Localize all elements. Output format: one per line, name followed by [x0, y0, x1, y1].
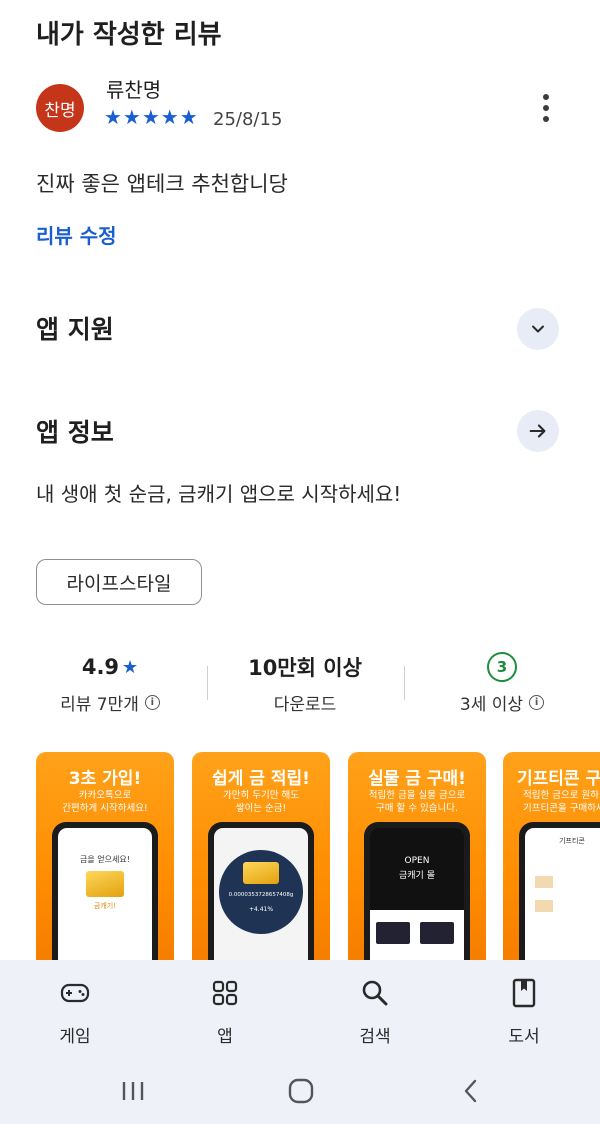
screen-text: 기프티콘	[559, 837, 585, 845]
screen-text: 0.0000353728657408g	[228, 892, 294, 898]
app-description: 내 생애 첫 순금, 금캐기 앱으로 시작하세요!	[36, 482, 402, 506]
stat-age-rating: 3 3세 이상 i	[422, 652, 582, 715]
stat-divider	[404, 666, 405, 700]
category-chip[interactable]: 라이프스타일	[36, 559, 202, 605]
screenshot-title: 실물 금 구매!	[368, 769, 466, 789]
nav-label: 게임	[59, 1027, 91, 1047]
app-info-button[interactable]	[517, 410, 559, 452]
page-title: 내가 작성한 리뷰	[36, 20, 222, 50]
star-icon: ★	[122, 656, 139, 678]
book-icon	[512, 978, 536, 1008]
edit-review-button[interactable]: 리뷰 수정	[36, 220, 117, 249]
stat-downloads: 10만회 이상 다운로드	[220, 652, 390, 715]
bottom-nav: 게임 앱 검색 도서	[0, 960, 600, 1124]
star-rating: ★★★★★	[104, 105, 199, 129]
chevron-down-icon	[532, 325, 544, 333]
screenshot-title: 기프티콘 구	[517, 769, 600, 789]
reviewer-name: 류찬명	[106, 78, 162, 102]
recent-apps-icon	[122, 1082, 144, 1100]
nav-item-games[interactable]: 게임	[35, 978, 115, 1047]
stat-rating: 4.9 ★ 리뷰 7만개 i	[30, 652, 190, 715]
arrow-right-icon	[529, 424, 546, 438]
apps-grid-icon	[212, 980, 238, 1006]
phone-mockup: OPEN 금캐기 몰	[364, 822, 470, 972]
nav-item-apps[interactable]: 앱	[185, 978, 265, 1047]
search-icon	[362, 980, 388, 1006]
screenshot-subtitle: 적립한 금을 실물 금으로 구매 할 수 있습니다.	[368, 790, 466, 814]
downloads-label: 다운로드	[273, 695, 337, 715]
screen-sub: +4.41%	[248, 906, 274, 913]
nav-label: 도서	[508, 1027, 540, 1047]
downloads-value: 10만회 이상	[248, 656, 362, 680]
info-icon[interactable]: i	[144, 695, 160, 710]
nav-item-search[interactable]: 검색	[335, 978, 415, 1047]
gold-bar-image	[243, 862, 279, 884]
screenshot-subtitle: 가만히 두기만 해도 쌓이는 순금!	[223, 790, 299, 814]
app-info-title: 앱 정보	[36, 418, 114, 447]
rating-value: 4.9	[81, 655, 120, 679]
app-support-title: 앱 지원	[36, 315, 114, 344]
gamepad-icon	[60, 983, 90, 1003]
screenshot-4[interactable]: 기프티콘 구 적립한 금으로 원하 기프티콘을 구매하세 기프티콘	[503, 752, 600, 972]
screenshot-3[interactable]: 실물 금 구매! 적립한 금을 실물 금으로 구매 할 수 있습니다. OPEN…	[348, 752, 486, 972]
home-icon	[288, 1078, 314, 1104]
screen-text: 금을 얻으세요!	[80, 855, 130, 864]
rating-count: 리뷰 7만개	[60, 695, 139, 715]
screen-sub: 금캐기!	[93, 902, 117, 910]
nav-label: 검색	[359, 1027, 391, 1047]
phone-mockup: 기프티콘	[519, 822, 600, 972]
age-rating-label: 3세 이상	[459, 695, 524, 715]
nav-label: 앱	[217, 1027, 233, 1047]
screenshot-subtitle: 카카오톡으로 간편하게 시작하세요!	[62, 790, 148, 814]
screenshot-subtitle: 적립한 금으로 원하 기프티콘을 구매하세	[523, 790, 600, 814]
screenshot-title: 3초 가입!	[68, 769, 142, 789]
recent-apps-button[interactable]	[118, 1076, 148, 1106]
screenshot-title: 쉽게 금 적립!	[212, 769, 310, 789]
review-text: 진짜 좋은 앱테크 추천합니당	[36, 172, 288, 196]
age-rating-badge: 3	[487, 652, 517, 682]
screen-sub: 금캐기 몰	[399, 871, 435, 881]
phone-mockup: 0.0000353728657408g +4.41%	[208, 822, 314, 972]
phone-mockup: 금을 얻으세요! 금캐기!	[52, 822, 158, 972]
back-icon	[464, 1079, 477, 1103]
avatar-text: 찬명	[44, 100, 76, 121]
info-icon[interactable]: i	[529, 695, 545, 710]
back-button[interactable]	[456, 1076, 486, 1106]
screen-text: OPEN	[404, 856, 430, 866]
screenshot-2[interactable]: 쉽게 금 적립! 가만히 두기만 해도 쌓이는 순금! 0.0000353728…	[192, 752, 330, 972]
review-date: 25/8/15	[213, 109, 283, 130]
avatar: 찬명	[36, 84, 84, 132]
stat-divider	[207, 666, 208, 700]
home-button[interactable]	[286, 1076, 316, 1106]
gold-bar-image	[86, 871, 124, 897]
app-support-expand-button[interactable]	[517, 308, 559, 350]
screenshot-1[interactable]: 3초 가입! 카카오톡으로 간편하게 시작하세요! 금을 얻으세요! 금캐기!	[36, 752, 174, 972]
more-vert-icon[interactable]	[532, 90, 560, 126]
nav-item-books[interactable]: 도서	[484, 978, 564, 1047]
